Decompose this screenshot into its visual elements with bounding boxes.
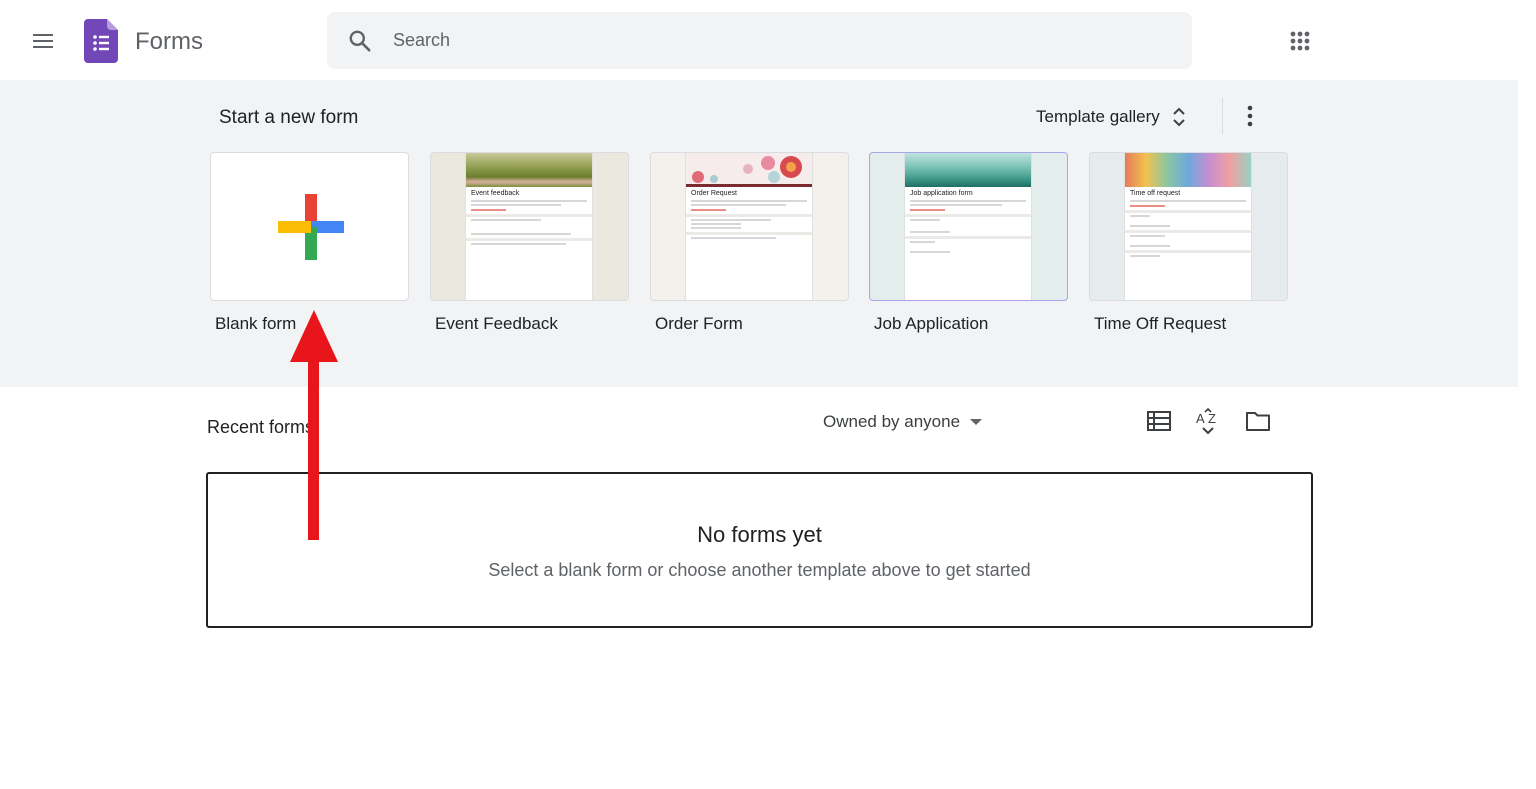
preview-separator bbox=[1125, 230, 1251, 233]
template-card-order-form[interactable]: Order Request Order Form bbox=[650, 152, 849, 333]
preview-line bbox=[691, 227, 741, 229]
owner-filter-label: Owned by anyone bbox=[823, 412, 961, 431]
preview-header-image bbox=[466, 153, 592, 187]
plus-icon bbox=[278, 194, 344, 260]
more-vert-icon[interactable] bbox=[1236, 102, 1264, 130]
template-label: Order Form bbox=[655, 314, 743, 333]
svg-text:Z: Z bbox=[1208, 411, 1216, 426]
preview-separator bbox=[466, 214, 592, 217]
sort-az-icon[interactable]: A Z bbox=[1193, 406, 1223, 436]
empty-state-panel: No forms yet Select a blank form or choo… bbox=[206, 472, 1313, 628]
template-thumbnail[interactable]: Order Request bbox=[650, 152, 849, 301]
search-icon[interactable] bbox=[347, 28, 373, 54]
template-card-blank[interactable]: Blank form bbox=[210, 152, 409, 333]
folder-icon[interactable] bbox=[1243, 406, 1273, 436]
preview-line bbox=[471, 200, 587, 202]
preview-line bbox=[910, 251, 950, 253]
unfold-icon bbox=[1173, 107, 1185, 127]
floral-header-graphic bbox=[686, 156, 812, 187]
template-preview: Order Request bbox=[686, 153, 812, 300]
divider bbox=[1222, 98, 1223, 134]
preview-required-line bbox=[471, 209, 506, 211]
preview-line bbox=[1130, 200, 1246, 202]
svg-text:A: A bbox=[1196, 411, 1205, 426]
template-card-time-off-request[interactable]: Time off request Time Off Request bbox=[1089, 152, 1288, 333]
preview-line bbox=[1130, 255, 1160, 257]
list-view-icon[interactable] bbox=[1144, 406, 1174, 436]
template-section: Start a new form Template gallery Blank … bbox=[0, 80, 1518, 387]
preview-title: Job application form bbox=[910, 190, 973, 197]
empty-state-title: No forms yet bbox=[697, 522, 822, 547]
annotation-arrow-icon bbox=[290, 310, 338, 540]
empty-state-subtitle: Select a blank form or choose another te… bbox=[488, 560, 1031, 580]
preview-separator bbox=[905, 236, 1031, 239]
hamburger-menu-icon bbox=[33, 34, 53, 36]
start-new-form-title: Start a new form bbox=[219, 107, 359, 128]
preview-separator bbox=[466, 238, 592, 241]
template-label: Job Application bbox=[874, 314, 989, 333]
preview-title: Time off request bbox=[1130, 190, 1181, 197]
template-thumbnail[interactable] bbox=[210, 152, 409, 301]
preview-line bbox=[910, 241, 935, 243]
preview-line bbox=[910, 200, 1026, 202]
template-preview: Event feedback bbox=[466, 153, 592, 300]
main-menu-button[interactable] bbox=[27, 25, 59, 57]
template-preview: Time off request bbox=[1125, 153, 1251, 300]
template-label: Time Off Request bbox=[1094, 314, 1227, 333]
preview-line bbox=[1130, 225, 1170, 227]
template-card-event-feedback[interactable]: Event feedback Event Feedback bbox=[430, 152, 629, 333]
top-app-bar: Forms bbox=[0, 0, 1536, 80]
preview-line bbox=[1130, 245, 1170, 247]
preview-line bbox=[910, 219, 940, 221]
preview-line bbox=[691, 204, 786, 206]
preview-line bbox=[691, 219, 771, 221]
forms-logo-icon[interactable] bbox=[84, 19, 118, 63]
preview-separator bbox=[1125, 210, 1251, 213]
preview-separator bbox=[905, 214, 1031, 217]
owner-filter-dropdown[interactable]: Owned by anyone bbox=[823, 410, 983, 434]
preview-separator bbox=[686, 232, 812, 235]
preview-required-line bbox=[691, 209, 726, 211]
app-title[interactable]: Forms bbox=[135, 27, 203, 57]
preview-separator bbox=[1125, 250, 1251, 253]
preview-line bbox=[691, 200, 807, 202]
apps-grid-icon[interactable] bbox=[1284, 25, 1316, 57]
preview-line bbox=[471, 204, 561, 206]
preview-line bbox=[910, 231, 950, 233]
preview-line bbox=[1130, 235, 1165, 237]
template-label: Blank form bbox=[215, 314, 297, 333]
preview-header-image bbox=[686, 153, 812, 187]
preview-line bbox=[1130, 215, 1150, 217]
hamburger-line bbox=[33, 46, 53, 48]
preview-required-line bbox=[1130, 205, 1165, 207]
search-bar[interactable] bbox=[327, 12, 1192, 69]
search-input[interactable] bbox=[393, 12, 1173, 69]
preview-required-line bbox=[910, 209, 945, 211]
template-thumbnail[interactable]: Event feedback bbox=[430, 152, 629, 301]
preview-title: Event feedback bbox=[471, 190, 520, 197]
preview-line bbox=[471, 243, 566, 245]
template-card-job-application[interactable]: Job application form Job Application bbox=[869, 152, 1068, 333]
template-label: Event Feedback bbox=[435, 314, 558, 333]
preview-separator bbox=[686, 214, 812, 217]
preview-line bbox=[471, 233, 571, 235]
hamburger-line bbox=[33, 40, 53, 42]
template-preview: Job application form bbox=[905, 153, 1031, 300]
template-gallery-label: Template gallery bbox=[1036, 107, 1160, 126]
preview-line bbox=[471, 219, 541, 221]
dropdown-arrow-icon bbox=[970, 419, 983, 425]
template-thumbnail[interactable]: Job application form bbox=[869, 152, 1068, 301]
preview-line bbox=[691, 223, 741, 225]
preview-line bbox=[691, 237, 776, 239]
preview-title: Order Request bbox=[691, 190, 737, 197]
preview-line bbox=[910, 204, 1002, 206]
template-thumbnail[interactable]: Time off request bbox=[1089, 152, 1288, 301]
template-gallery-button[interactable]: Template gallery bbox=[1026, 98, 1196, 136]
preview-header-image bbox=[1125, 153, 1251, 187]
preview-header-image bbox=[905, 153, 1031, 187]
